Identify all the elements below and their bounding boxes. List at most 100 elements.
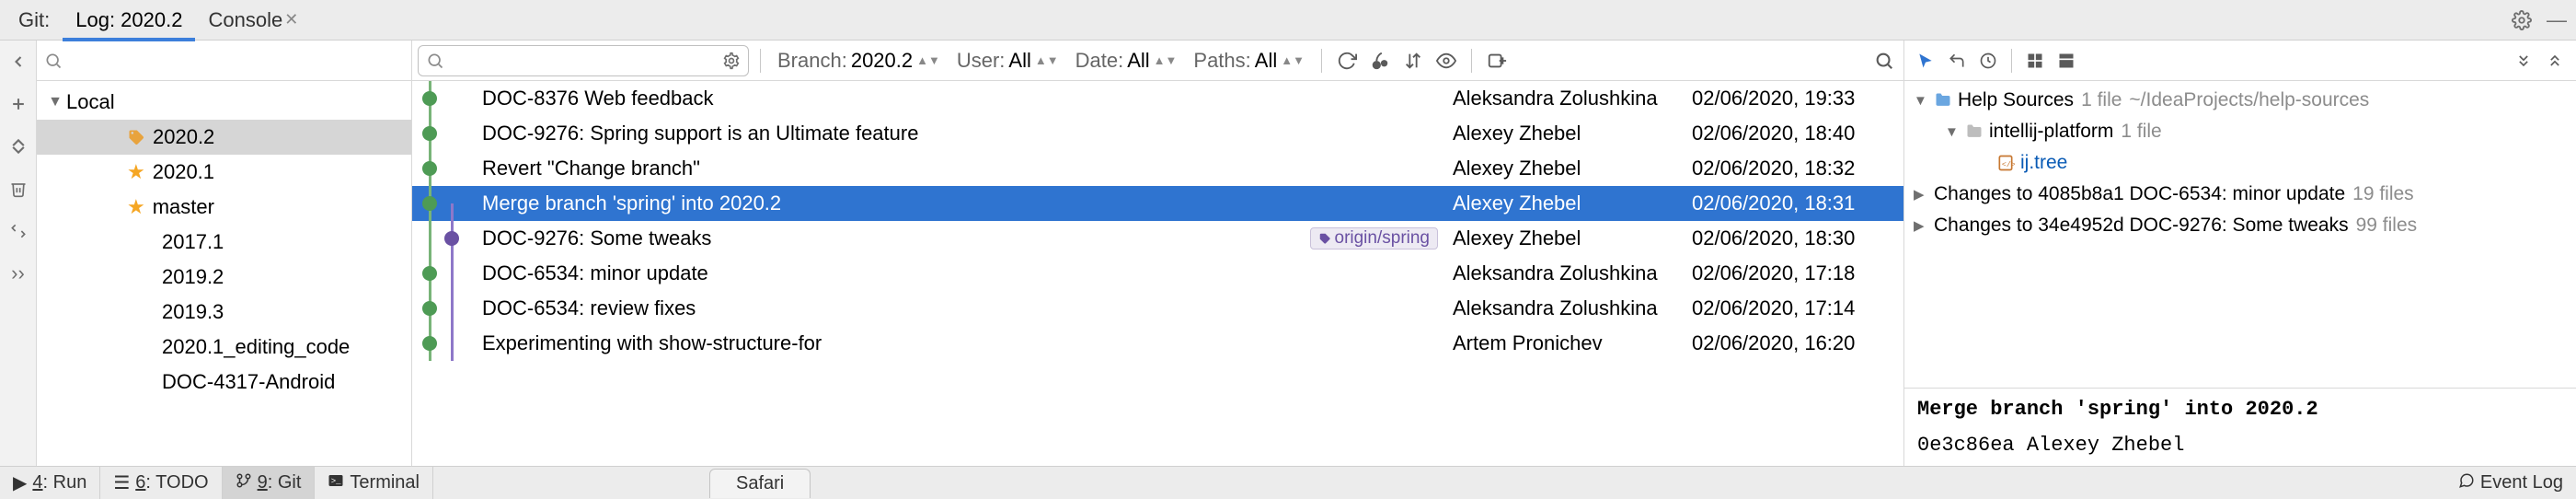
branch-search[interactable] [37, 41, 411, 81]
layout-icon[interactable] [2053, 47, 2080, 75]
changes-label: Changes to 34e4952d DOC-9276: Some tweak… [1934, 215, 2349, 237]
commit-row[interactable]: DOC-6534: review fixesAleksandra Zolushk… [412, 291, 1903, 326]
commit-row[interactable]: Merge branch 'spring' into 2020.2Alexey … [412, 186, 1903, 221]
file-tree-folder[interactable]: ▼ intellij-platform 1 file [1908, 116, 2576, 147]
branch-item[interactable]: 2020.1_editing_code [37, 330, 411, 365]
commit-author: Alexey Zhebel [1453, 226, 1692, 250]
commit-message-box: Merge branch 'spring' into 2020.2 0e3c86… [1904, 388, 2576, 466]
branch-name: 2020.1 [153, 160, 214, 184]
close-icon[interactable]: ✕ [284, 10, 298, 29]
bottom-run[interactable]: ▶ 4: Run [0, 467, 100, 499]
undo-icon[interactable] [1943, 47, 1971, 75]
filter-date[interactable]: Date: All ▲▼ [1075, 49, 1178, 73]
filter-branch[interactable]: Branch: 2020.2 ▲▼ [777, 49, 940, 73]
minimize-icon[interactable]: — [2541, 5, 2572, 36]
commit-date: 02/06/2020, 16:20 [1692, 331, 1903, 355]
chevron-updown-icon: ▲▼ [1035, 53, 1059, 67]
file-count: 99 files [2356, 215, 2418, 237]
commit-date: 02/06/2020, 17:18 [1692, 261, 1903, 285]
commit-graph [412, 81, 482, 116]
collapse-panel-icon[interactable] [2541, 47, 2569, 75]
branch-item[interactable]: DOC-4317-Android [37, 365, 411, 400]
commit-date: 02/06/2020, 18:31 [1692, 191, 1903, 215]
refresh-icon[interactable] [1333, 47, 1361, 75]
more-icon[interactable]: ›› [5, 260, 32, 287]
branch-item[interactable]: 2017.1 [37, 225, 411, 260]
chevron-down-icon: ▼ [44, 94, 66, 110]
commit-row[interactable]: DOC-9276: Some tweaksorigin/springAlexey… [412, 221, 1903, 256]
sort-icon[interactable] [1399, 47, 1427, 75]
eye-icon[interactable] [1432, 47, 1460, 75]
search-icon[interactable] [1870, 47, 1898, 75]
branch-item[interactable]: ★ 2020.1 [37, 155, 411, 190]
open-tab-icon[interactable] [1483, 47, 1511, 75]
commit-message: Experimenting with show-structure-for [482, 331, 1453, 355]
commit-row[interactable]: Revert "Change branch"Alexey Zhebel02/06… [412, 151, 1903, 186]
commit-author: Alexey Zhebel [1453, 191, 1692, 215]
branch-item[interactable]: 2019.3 [37, 295, 411, 330]
file-icon: </> [1996, 154, 2015, 172]
commit-graph [412, 221, 482, 256]
commit-graph [412, 116, 482, 151]
details-toolbar [1904, 41, 2576, 81]
commit-message: DOC-8376 Web feedback [482, 87, 1453, 110]
group-icon[interactable] [2021, 47, 2049, 75]
folder-icon [1965, 122, 1984, 141]
select-icon[interactable] [1912, 47, 1939, 75]
bubble-icon [2458, 472, 2475, 494]
tab-console[interactable]: Console ✕ [195, 0, 311, 41]
bottom-safari-tab[interactable]: Safari [709, 469, 811, 498]
commit-row[interactable]: DOC-9276: Spring support is an Ultimate … [412, 116, 1903, 151]
commit-message: DOC-9276: Spring support is an Ultimate … [482, 122, 1453, 145]
folder-path: ~/IdeaProjects/help-sources [2129, 89, 2369, 111]
branch-item[interactable]: 2019.2 [37, 260, 411, 295]
commit-author: Artem Pronichev [1453, 331, 1692, 355]
tab-git[interactable]: Git: [6, 0, 63, 41]
branch-item[interactable]: ★ master [37, 190, 411, 225]
history-icon[interactable] [1974, 47, 2002, 75]
commit-row[interactable]: DOC-8376 Web feedbackAleksandra Zolushki… [412, 81, 1903, 116]
ref-label[interactable]: origin/spring [1310, 227, 1439, 250]
bottom-event-log[interactable]: Event Log [2445, 472, 2576, 494]
filter-paths[interactable]: Paths: All ▲▼ [1193, 49, 1305, 73]
details-panel: ▼ Help Sources 1 file ~/IdeaProjects/hel… [1904, 41, 2576, 466]
commit-graph [412, 291, 482, 326]
commit-row[interactable]: Experimenting with show-structure-forArt… [412, 326, 1903, 361]
bottom-terminal[interactable]: >_ Terminal [315, 467, 433, 499]
file-count: 1 file [2121, 121, 2161, 143]
gear-icon[interactable] [722, 52, 741, 70]
tab-log[interactable]: Log: 2020.2 [63, 0, 195, 41]
commit-date: 02/06/2020, 18:32 [1692, 157, 1903, 180]
log-search-input[interactable] [418, 45, 749, 76]
plus-icon[interactable] [5, 90, 32, 118]
collapse-icon[interactable] [5, 133, 32, 160]
branch-item[interactable]: 2020.2 [37, 120, 411, 155]
changes-group[interactable]: ▶ Changes to 4085b8a1 DOC-6534: minor up… [1908, 179, 2576, 210]
branch-name: 2019.2 [162, 265, 224, 289]
cherry-pick-icon[interactable] [1366, 47, 1394, 75]
chevron-down-icon: ▼ [1945, 124, 1965, 140]
commit-date: 02/06/2020, 18:40 [1692, 122, 1903, 145]
filter-user[interactable]: User: All ▲▼ [957, 49, 1059, 73]
branch-name: 2020.2 [153, 125, 214, 149]
chevron-left-icon[interactable] [5, 48, 32, 75]
chevron-updown-icon: ▲▼ [1281, 53, 1305, 67]
gear-icon[interactable] [2506, 5, 2537, 36]
bottom-git[interactable]: 9: Git [223, 467, 316, 499]
file-count: 1 file [2081, 89, 2122, 111]
trash-icon[interactable] [5, 175, 32, 203]
file-tree-root[interactable]: ▼ Help Sources 1 file ~/IdeaProjects/hel… [1908, 85, 2576, 116]
chevron-right-icon: ▶ [1914, 217, 1934, 234]
branch-name: master [153, 195, 214, 219]
bottom-todo[interactable]: ☰ 6: TODO [100, 467, 222, 499]
commit-message: DOC-6534: review fixes [482, 296, 1453, 320]
diff-icon[interactable] [5, 217, 32, 245]
expand-icon[interactable] [2510, 47, 2537, 75]
star-icon: ★ [127, 195, 145, 219]
changes-group[interactable]: ▶ Changes to 34e4952d DOC-9276: Some twe… [1908, 210, 2576, 241]
commit-row[interactable]: DOC-6534: minor updateAleksandra Zolushk… [412, 256, 1903, 291]
file-tree-file[interactable]: </> ij.tree [1908, 147, 2576, 179]
branch-group-local[interactable]: ▼ Local [37, 85, 411, 120]
svg-text:</>: </> [2002, 160, 2015, 169]
commit-message: Merge branch 'spring' into 2020.2 [482, 191, 1453, 215]
